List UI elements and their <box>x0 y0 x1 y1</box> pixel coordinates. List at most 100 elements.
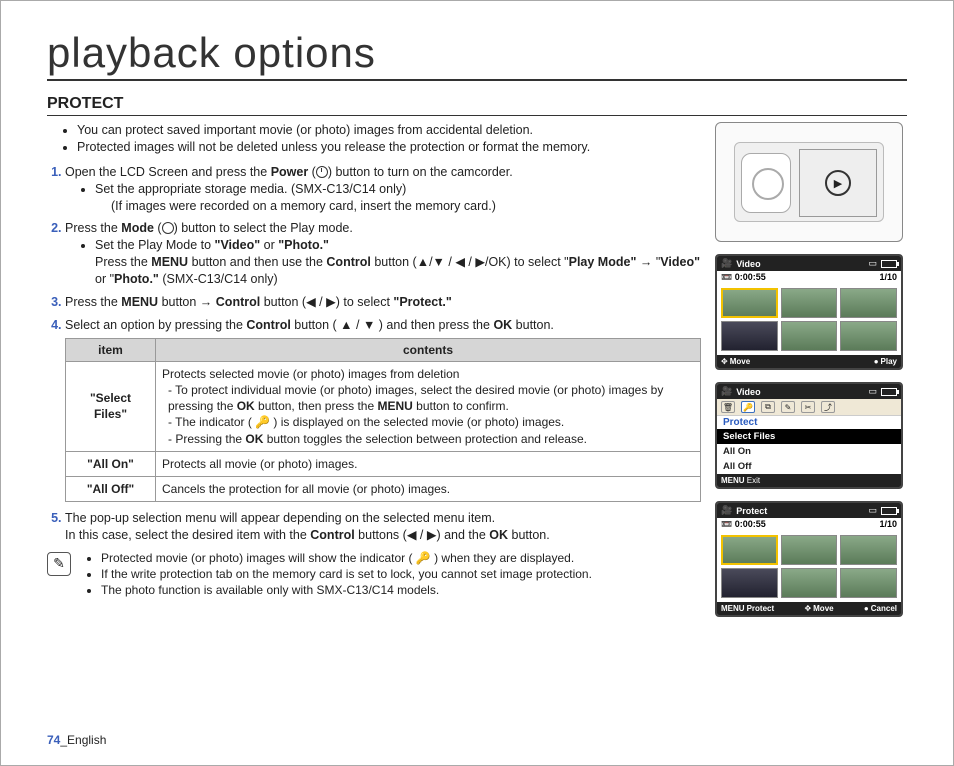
step-3: Press the MENU button → Control button (… <box>65 294 701 311</box>
thumbnail <box>781 535 838 565</box>
bold: Control <box>326 255 370 269</box>
left-column: You can protect saved important movie (o… <box>47 122 701 629</box>
thumbnail <box>840 535 897 565</box>
notes-list: Protected movie (or photo) images will s… <box>101 550 592 599</box>
play-icon: ▶ <box>825 170 851 196</box>
page-footer: 74_English <box>47 733 106 747</box>
note-item: If the write protection tab on the memor… <box>101 566 592 582</box>
table-row: "All On" Protects all movie (or photo) i… <box>66 451 701 476</box>
text: (SMX-C13/C14 only) <box>159 272 278 286</box>
bold: Video" <box>660 255 700 269</box>
bold: Control <box>310 528 354 542</box>
lcd-top-bar: 🎥Protect ▭ <box>717 503 901 518</box>
page-title: playback options <box>47 29 907 81</box>
text: buttons (◀ / ▶) and the <box>355 528 490 542</box>
video-icon: 🎥 <box>721 386 732 397</box>
text: Set the Play Mode to <box>95 238 215 252</box>
page-lang: _English <box>60 733 106 747</box>
text: button → <box>158 295 216 309</box>
text: button (◀ / ▶) to select <box>260 295 393 309</box>
bold: OK <box>493 318 512 332</box>
lcd-screen-2: 🎥Video ▭ 🗑 🔑 ⧉ ✎ ✂ ⤴ Protect Select File… <box>715 382 903 489</box>
bold: "Video" <box>215 238 261 252</box>
bold: Control <box>216 295 260 309</box>
camcorder-screen: ▶ <box>799 149 877 217</box>
rec-icon: 📼 <box>721 272 732 282</box>
text: button ( ▲ / ▼ ) and then press the <box>291 318 494 332</box>
cell-item: "All Off" <box>66 476 156 501</box>
right-column: ▶ 🎥Video ▭ 📼 0:00:55 1/10 <box>715 122 907 629</box>
text: Pressing the <box>175 432 245 446</box>
label: Protect <box>736 506 767 516</box>
lcd-top-bar: 🎥Video ▭ <box>717 256 901 271</box>
bold: "Photo." <box>278 238 329 252</box>
text: Open the LCD Screen and press the <box>65 165 271 179</box>
divide-icon: ✂ <box>801 401 815 413</box>
time: 📼 0:00:55 <box>721 272 766 283</box>
menu-item-all-on: All On <box>717 444 901 459</box>
step-4: Select an option by pressing the Control… <box>65 317 701 502</box>
thumbnail-grid <box>717 284 901 355</box>
text: In this case, select the desired item wi… <box>65 528 310 542</box>
thumbnail <box>721 535 778 565</box>
text: (If images were recorded on a memory car… <box>111 199 496 213</box>
label: Video <box>736 387 760 397</box>
th-contents: contents <box>156 338 701 361</box>
substep: Set the appropriate storage media. (SMX-… <box>95 181 701 215</box>
menu-exit-bar: MENU Exit <box>717 474 901 487</box>
label: Protect <box>747 604 775 613</box>
text: Press the <box>65 221 121 235</box>
bold: MENU <box>377 399 412 413</box>
text: → " <box>636 255 660 269</box>
label: Cancel <box>871 604 897 613</box>
steps-list: Open the LCD Screen and press the Power … <box>65 164 701 544</box>
time: 📼 0:00:55 <box>721 519 766 530</box>
joystick-icon: ✥ <box>804 604 811 613</box>
bold-power: Power <box>271 165 309 179</box>
counter: 1/10 <box>879 519 897 530</box>
text: Press the <box>95 255 151 269</box>
text: button (▲/▼ / ◀ / ▶/OK) to select " <box>371 255 569 269</box>
thumbnail <box>781 288 838 318</box>
step-5: The pop-up selection menu will appear de… <box>65 510 701 544</box>
cell-contents: Protects selected movie (or photo) image… <box>156 361 701 451</box>
text: button. <box>512 318 554 332</box>
label: Play <box>881 357 897 366</box>
th-item: item <box>66 338 156 361</box>
mode-icon <box>162 222 174 234</box>
table-header-row: item contents <box>66 338 701 361</box>
text: Set the appropriate storage media. (SMX-… <box>95 182 406 196</box>
note-icon: ✎ <box>47 552 71 576</box>
thumbnail-grid <box>717 531 901 602</box>
thumbnail <box>721 288 778 318</box>
bold: MENU <box>121 295 158 309</box>
edit-icon: ✎ <box>781 401 795 413</box>
bold: OK <box>245 432 263 446</box>
lcd-bottom-bar: ✥ Move ● Play <box>717 355 901 368</box>
battery-icon <box>881 507 897 515</box>
intro-item: Protected images will not be deleted unl… <box>77 139 701 156</box>
thumbnail <box>781 321 838 351</box>
cell-item: "All On" <box>66 451 156 476</box>
note-item: Protected movie (or photo) images will s… <box>101 550 592 566</box>
thumbnail <box>781 568 838 598</box>
content-columns: You can protect saved important movie (o… <box>47 122 907 629</box>
intro-item: You can protect saved important movie (o… <box>77 122 701 139</box>
bold: OK <box>237 399 255 413</box>
text: Select an option by pressing the <box>65 318 246 332</box>
bold: OK <box>489 528 508 542</box>
bold: Photo." <box>114 272 159 286</box>
substep: Set the Play Mode to "Video" or "Photo."… <box>95 237 701 288</box>
bold: Control <box>246 318 290 332</box>
lcd-top-bar: 🎥Video ▭ <box>717 384 901 399</box>
page-number: 74 <box>47 733 60 747</box>
step-1: Open the LCD Screen and press the Power … <box>65 164 701 215</box>
section-heading: PROTECT <box>47 95 907 116</box>
text: The indicator ( 🔑 ) is displayed on the … <box>175 415 564 429</box>
counter: 1/10 <box>879 272 897 283</box>
text: button and then use the <box>188 255 326 269</box>
bold: Play Mode" <box>569 255 637 269</box>
battery-icon <box>881 388 897 396</box>
text: button. <box>508 528 550 542</box>
card-icon: ▭ <box>868 258 877 269</box>
